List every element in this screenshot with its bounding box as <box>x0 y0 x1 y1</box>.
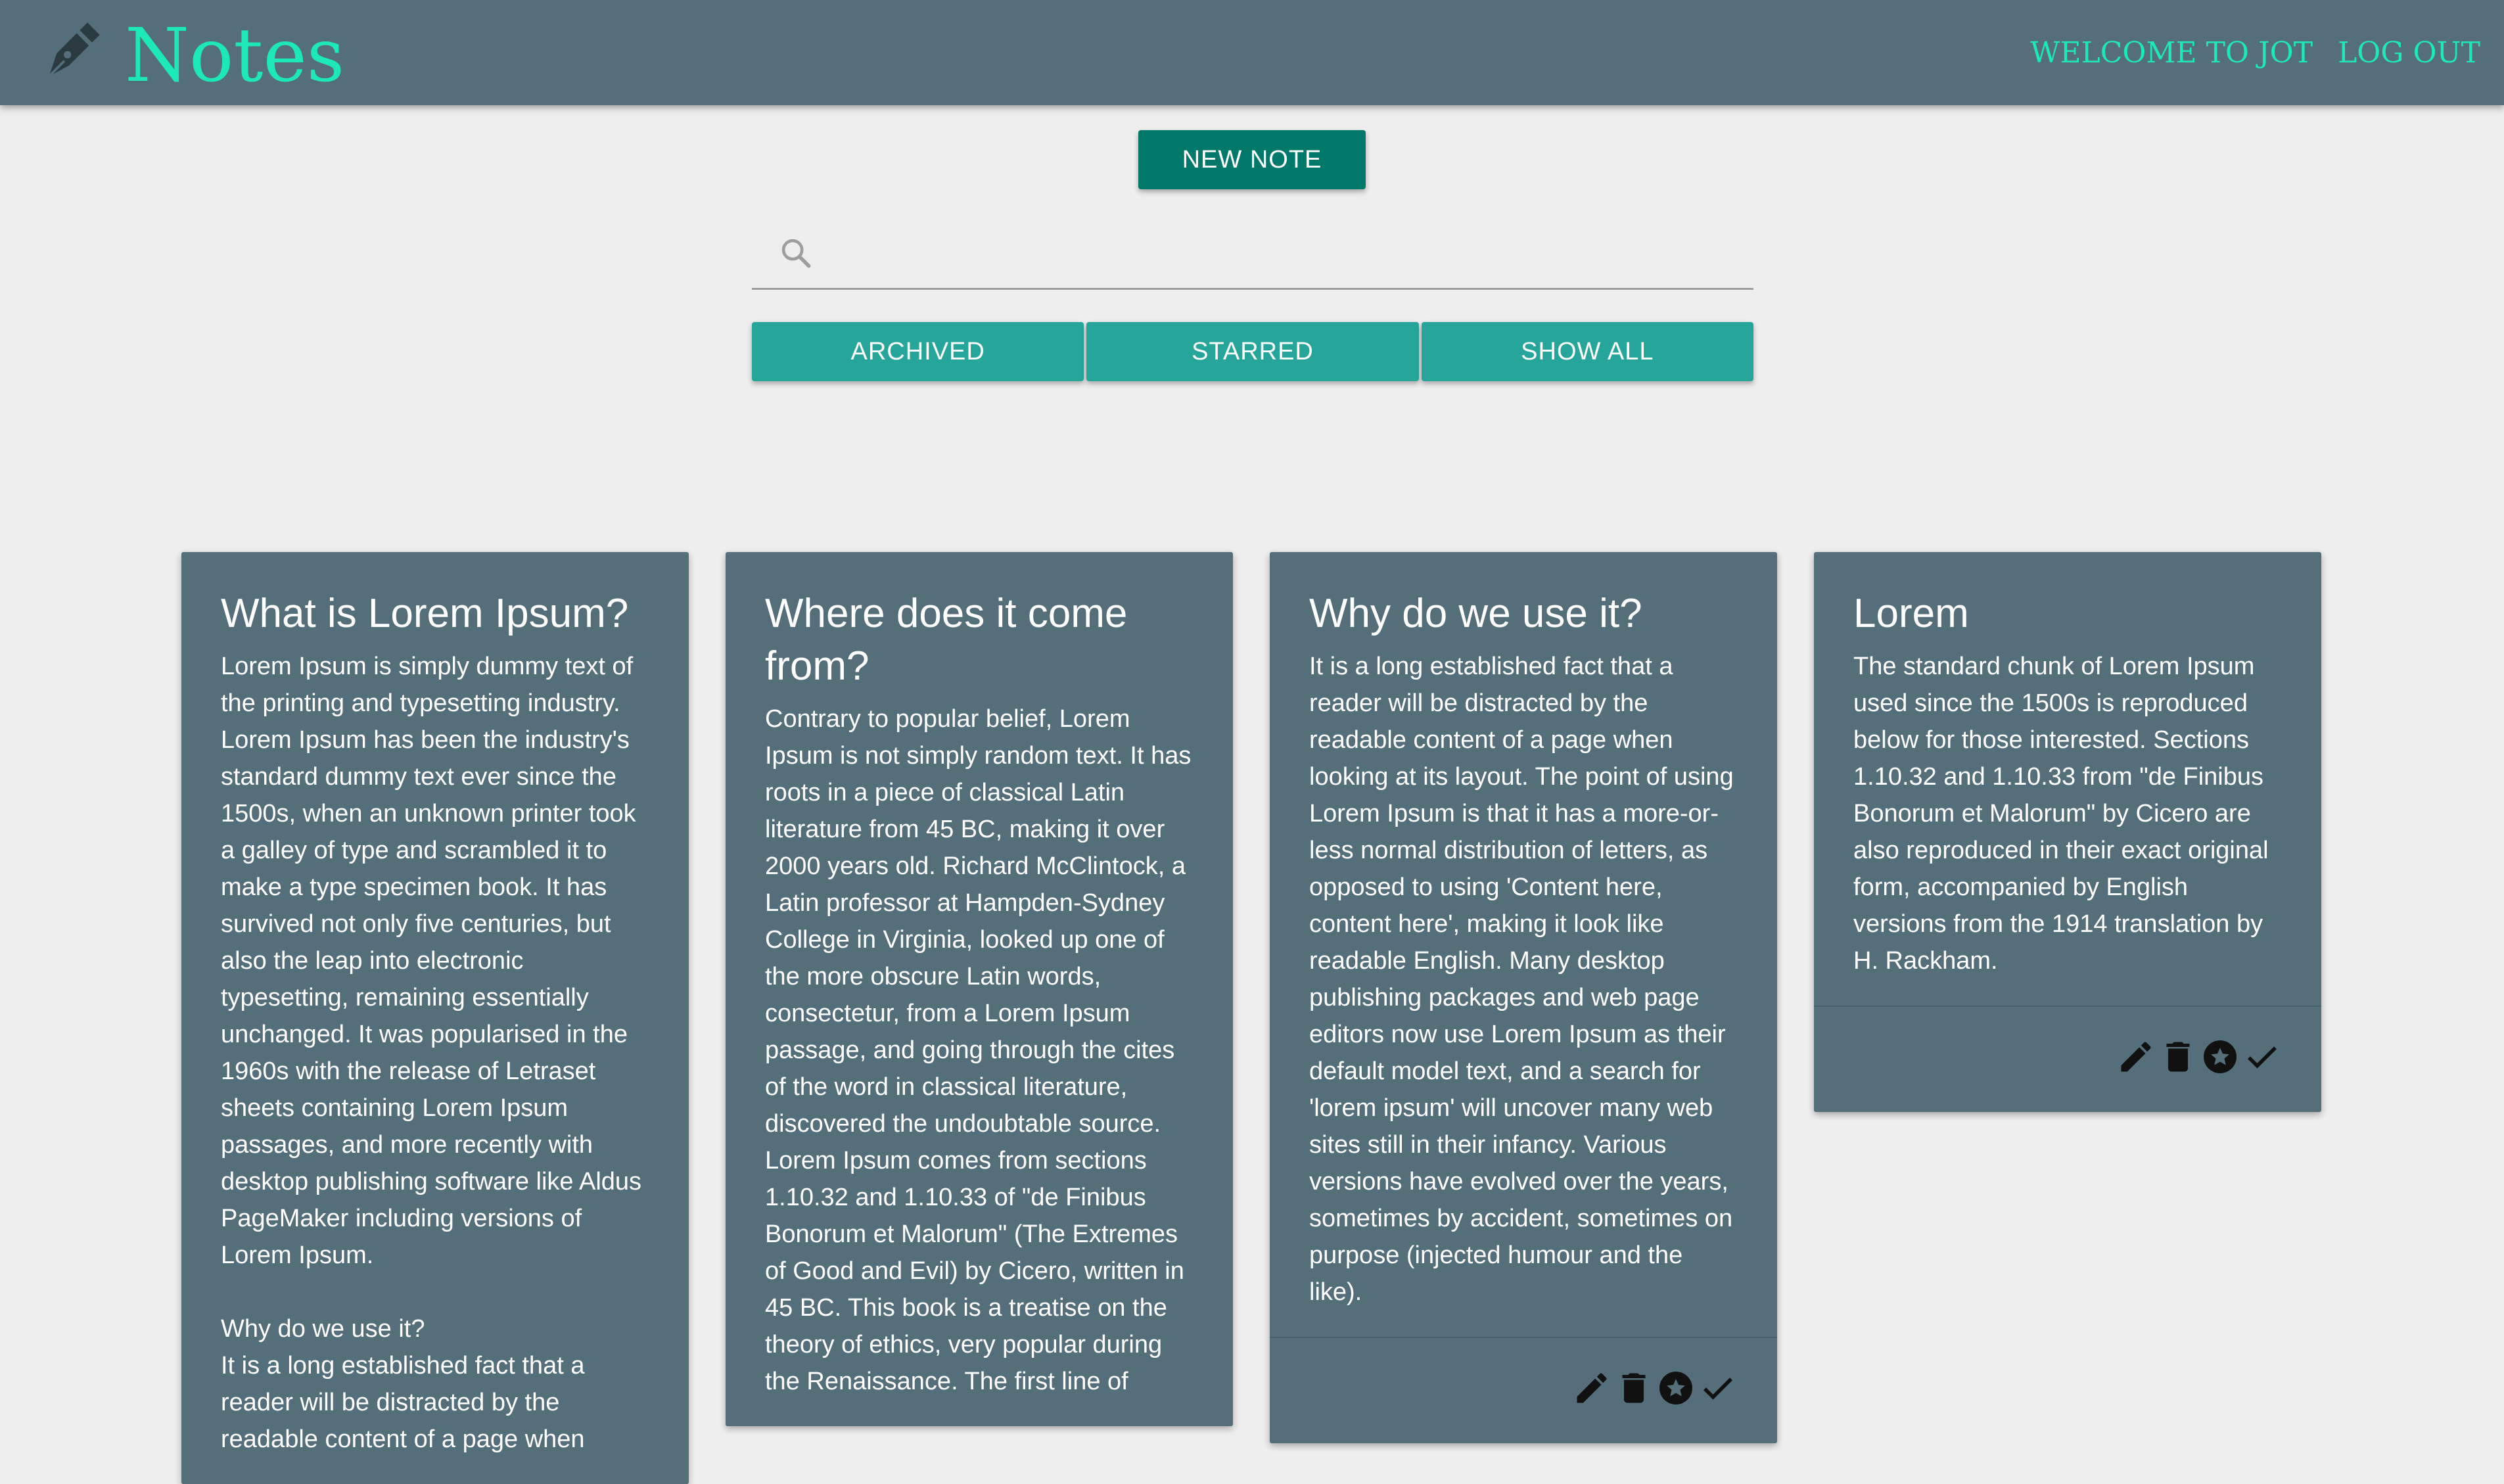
edit-icon[interactable] <box>1572 1368 1611 1408</box>
note-actions <box>1814 1006 2321 1112</box>
note-body: Contrary to popular belief, Lorem Ipsum … <box>765 705 1192 1395</box>
welcome-link[interactable]: WELCOME TO JOT <box>2030 30 2313 76</box>
note-title: Where does it come from? <box>765 591 1128 689</box>
edit-icon[interactable] <box>2116 1037 2156 1077</box>
starred-filter-button[interactable]: STARRED <box>1086 322 1419 381</box>
note-card: Where does it come from? Contrary to pop… <box>726 552 1233 1426</box>
star-icon[interactable] <box>1656 1368 1696 1408</box>
top-navbar: Notes WELCOME TO JOT LOG OUT <box>0 0 2504 105</box>
show-all-filter-button[interactable]: SHOW ALL <box>1421 322 1753 381</box>
note-title: What is Lorem Ipsum? <box>221 591 629 636</box>
note-body: It is a long established fact that a rea… <box>1309 653 1734 1306</box>
archived-filter-button[interactable]: ARCHIVED <box>752 322 1084 381</box>
nav-links: WELCOME TO JOT LOG OUT <box>2030 30 2480 76</box>
filter-button-group: ARCHIVED STARRED SHOW ALL <box>752 322 1753 381</box>
delete-icon[interactable] <box>2158 1037 2198 1077</box>
search-input[interactable] <box>831 229 1740 276</box>
note-title: Lorem <box>1853 591 1969 636</box>
delete-icon[interactable] <box>1614 1368 1654 1408</box>
note-body: Lorem Ipsum is simply dummy text of the … <box>221 653 642 1453</box>
fountain-pen-icon <box>48 22 100 78</box>
search-bar <box>752 217 1753 290</box>
note-card: Lorem The standard chunk of Lorem Ipsum … <box>1814 552 2321 1112</box>
check-icon[interactable] <box>1698 1368 1738 1408</box>
new-note-button[interactable]: NEW NOTE <box>1138 130 1366 189</box>
check-icon[interactable] <box>2242 1037 2282 1077</box>
note-card: What is Lorem Ipsum? Lorem Ipsum is simp… <box>181 552 689 1484</box>
note-card: Why do we use it? It is a long establish… <box>1270 552 1777 1443</box>
brand-title[interactable]: Notes <box>125 7 344 105</box>
note-actions <box>1270 1337 1777 1443</box>
logout-link[interactable]: LOG OUT <box>2338 30 2480 76</box>
search-icon <box>781 239 811 268</box>
note-body: The standard chunk of Lorem Ipsum used s… <box>1853 653 2269 975</box>
note-title: Why do we use it? <box>1309 591 1642 636</box>
star-icon[interactable] <box>2200 1037 2240 1077</box>
